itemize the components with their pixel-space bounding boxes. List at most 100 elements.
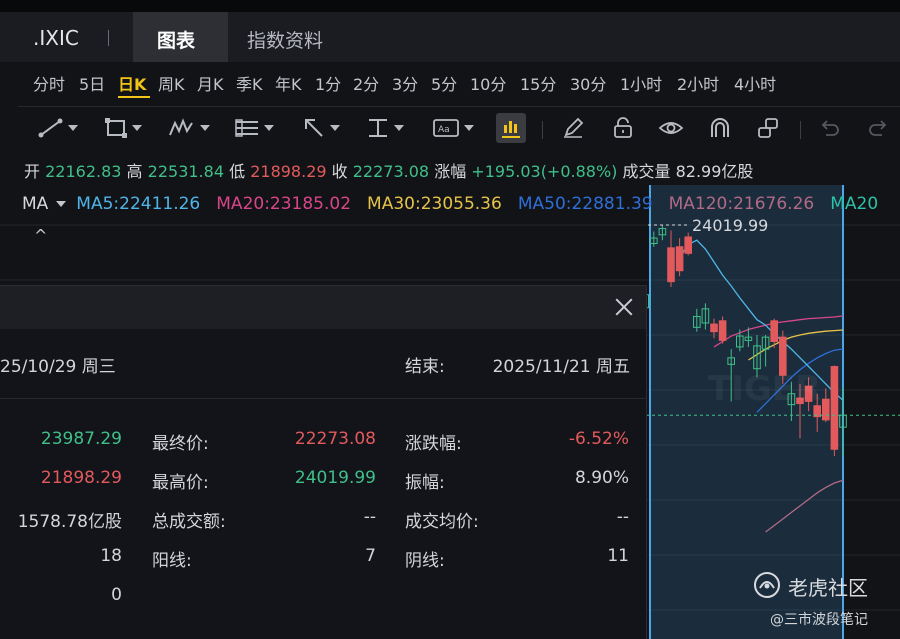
candle-body <box>770 320 779 342</box>
stat-value: -- <box>363 507 376 527</box>
period-item[interactable]: 分时 <box>33 71 65 95</box>
magnet-icon[interactable] <box>708 113 732 143</box>
line-tool-icon[interactable] <box>38 113 78 143</box>
watermark-author: @三市波段笔记 <box>770 612 868 628</box>
period-item-active[interactable]: 日K <box>118 71 146 95</box>
candle-body <box>830 366 839 450</box>
stat-value: 21898.29 <box>40 468 122 488</box>
period-item[interactable]: 2小时 <box>677 71 719 95</box>
volume-label: 成交量 <box>622 162 671 181</box>
rectangle-tool-icon[interactable] <box>104 113 142 143</box>
period-item[interactable]: 15分 <box>520 71 556 95</box>
ma-legend-item: MA20 <box>830 194 879 214</box>
change-value: +195.03(+0.88%) <box>471 162 618 181</box>
stat-value: 1578.78亿股 <box>17 512 122 532</box>
candle-body <box>667 247 675 283</box>
dialog-header <box>0 286 646 329</box>
ma-legend: MA MA5:22411.26 MA20:23185.02 MA30:23055.36… <box>22 194 878 214</box>
fib-tool-icon[interactable] <box>234 113 274 143</box>
undo-icon[interactable] <box>818 113 842 143</box>
ma-legend-item: MA20:23185.02 <box>216 194 352 214</box>
candle-body <box>718 320 727 341</box>
stat-value: 8.90% <box>574 468 629 488</box>
stat-value: 7 <box>365 546 376 566</box>
stat-label: 振幅: <box>405 473 445 493</box>
collapse-chevron-icon[interactable]: ^ <box>34 226 47 245</box>
period-item[interactable]: 5日 <box>79 71 105 95</box>
low-label: 低 <box>229 162 246 181</box>
range-stats-icon[interactable] <box>496 113 526 143</box>
close-icon[interactable] <box>612 295 636 319</box>
peak-value-label: 24019.99 <box>692 216 768 235</box>
period-item[interactable]: 5分 <box>431 71 457 95</box>
high-label: 高 <box>126 162 143 181</box>
candle-body <box>684 236 693 254</box>
stat-value: 0 <box>111 585 122 605</box>
brush-icon[interactable] <box>562 113 586 143</box>
lock-icon[interactable] <box>612 113 634 143</box>
period-item[interactable]: 年K <box>275 71 302 95</box>
watermark-logo-text: TIGER <box>708 369 821 409</box>
candle-body <box>710 323 718 333</box>
active-period-underline <box>118 96 150 98</box>
watermark: 老虎社区 <box>752 570 868 604</box>
text-tool-icon[interactable]: Aa <box>432 113 474 143</box>
tab-chart-label: 图表 <box>157 30 196 52</box>
change-label: 涨幅 <box>434 162 467 181</box>
stat-label: 成交均价: <box>405 512 479 532</box>
stat-value: 22273.08 <box>294 429 376 449</box>
ma-selector[interactable]: MA <box>22 194 48 214</box>
open-label: 开 <box>24 162 41 181</box>
candle-body <box>822 398 830 421</box>
period-item[interactable]: 4小时 <box>734 71 776 95</box>
period-item[interactable]: 1小时 <box>620 71 662 95</box>
period-item[interactable]: 3分 <box>392 71 418 95</box>
stat-value: 18 <box>100 546 122 566</box>
tiger-logo-icon <box>754 572 780 598</box>
candle <box>718 316 727 344</box>
period-item[interactable]: 季K <box>236 71 263 95</box>
stat-value: 24019.99 <box>294 468 376 488</box>
candle <box>830 365 839 456</box>
stat-value: -- <box>616 507 629 527</box>
ma-legend-item: MA30:23055.36 <box>367 194 502 214</box>
stat-value: 23987.29 <box>40 429 122 449</box>
tab-index-info[interactable]: 指数资料 <box>247 26 323 53</box>
stat-label: 总成交额: <box>152 512 226 532</box>
close-value: 22273.08 <box>352 162 430 181</box>
tab-chart[interactable]: 图表 <box>133 12 228 62</box>
wave-tool-icon[interactable] <box>168 113 210 143</box>
candle-body <box>675 246 684 272</box>
stat-label: 涨跌幅: <box>405 434 462 454</box>
dialog-divider <box>0 398 646 399</box>
stat-value: -6.52% <box>568 429 629 449</box>
vertical-measure-icon[interactable] <box>366 113 404 143</box>
open-value: 22162.83 <box>45 162 122 181</box>
toolbar-divider <box>542 121 543 139</box>
period-item[interactable]: 月K <box>197 71 224 95</box>
end-date-value: 2025/11/21 周五 <box>492 357 630 377</box>
period-item[interactable]: 30分 <box>570 71 606 95</box>
arrow-tool-icon[interactable] <box>302 113 340 143</box>
redo-icon[interactable] <box>866 113 890 143</box>
range-stats-dialog: 25/10/29 周三 结束: 2025/11/21 周五 23987.29 最终… <box>0 286 646 639</box>
period-item[interactable]: 周K <box>158 71 185 95</box>
end-label: 结束: <box>405 357 445 377</box>
high-value: 22531.84 <box>147 162 224 181</box>
drawing-toolbar: Aa <box>18 106 900 149</box>
period-item[interactable]: 2分 <box>353 71 379 95</box>
period-item[interactable]: 10分 <box>470 71 506 95</box>
close-label: 收 <box>331 162 348 181</box>
svg-text:Aa: Aa <box>438 125 450 135</box>
ma-legend-item: MA50:22881.39 <box>517 194 653 214</box>
eye-icon[interactable] <box>658 113 684 143</box>
link-icon[interactable] <box>756 113 780 143</box>
ma-dropdown-icon[interactable] <box>56 201 67 207</box>
volume-value: 82.99亿股 <box>675 162 754 181</box>
ohlc-summary: 开 22162.83 高 22531.84 低 21898.29 收 22273… <box>24 158 753 182</box>
ticker-symbol: .IXIC <box>33 26 79 50</box>
stat-label: 阴线: <box>405 551 445 571</box>
ma-legend-item: MA120:21676.26 <box>668 194 815 214</box>
period-item[interactable]: 1分 <box>315 71 341 95</box>
stat-label: 阳线: <box>152 551 192 571</box>
